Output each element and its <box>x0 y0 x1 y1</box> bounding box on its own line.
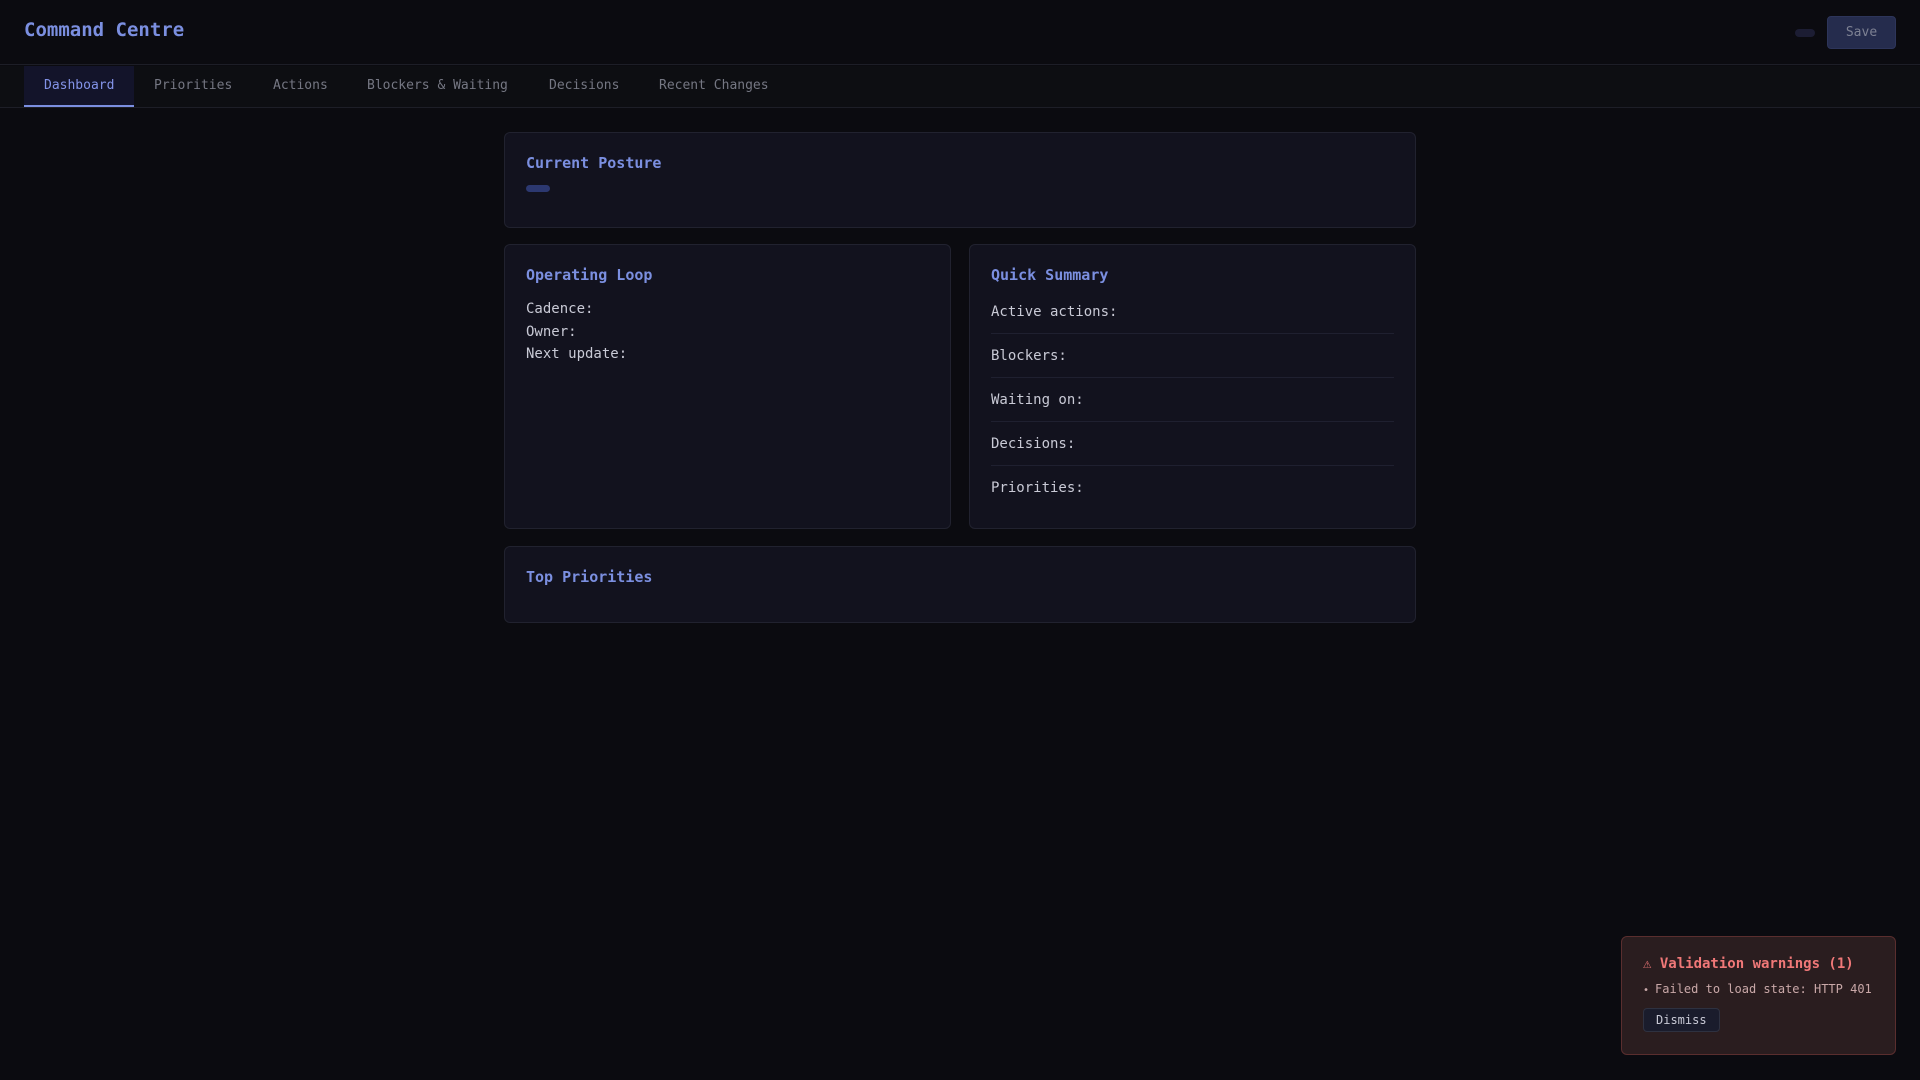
tab-priorities[interactable]: Priorities <box>134 66 252 107</box>
card-title: Quick Summary <box>991 266 1109 284</box>
summary-row-priorities: Priorities: <box>991 480 1084 496</box>
quick-summary-card: Quick Summary Active actions: Blockers: … <box>969 244 1416 529</box>
save-button[interactable]: Save <box>1827 16 1896 49</box>
summary-row-active-actions: Active actions: <box>991 290 1394 334</box>
card-title: Operating Loop <box>526 266 653 284</box>
operating-loop-card: Operating Loop Cadence: Owner: Next upda… <box>504 244 951 529</box>
tab-actions[interactable]: Actions <box>253 66 348 107</box>
app-header: Command Centre Save <box>0 0 1920 65</box>
status-pill <box>1795 29 1815 37</box>
warning-list: Failed to load state: HTTP 401 <box>1643 982 1874 996</box>
card-title: Top Priorities <box>526 568 653 586</box>
posture-badge <box>526 185 550 192</box>
owner-label: Owner: <box>526 323 577 340</box>
tab-dashboard[interactable]: Dashboard <box>24 66 135 107</box>
validation-warnings-toast: ⚠ Validation warnings (1) Failed to load… <box>1621 936 1896 1055</box>
toast-title: ⚠ Validation warnings (1) <box>1643 956 1854 972</box>
summary-row-decisions: Decisions: <box>991 422 1394 466</box>
warning-item: Failed to load state: HTTP 401 <box>1643 982 1874 996</box>
tab-decisions[interactable]: Decisions <box>529 66 639 107</box>
tab-bar: Dashboard Priorities Actions Blockers & … <box>0 66 1920 108</box>
next-update-label: Next update: <box>526 346 628 362</box>
summary-row-waiting-on: Waiting on: <box>991 378 1394 422</box>
current-posture-card: Current Posture <box>504 132 1416 228</box>
tab-blockers-waiting[interactable]: Blockers & Waiting <box>347 66 528 107</box>
dismiss-button[interactable]: Dismiss <box>1643 1008 1720 1032</box>
card-title: Current Posture <box>526 154 662 172</box>
summary-row-blockers: Blockers: <box>991 334 1394 378</box>
top-priorities-card: Top Priorities <box>504 546 1416 623</box>
cadence-label: Cadence: <box>526 301 594 317</box>
tab-recent-changes[interactable]: Recent Changes <box>639 66 789 107</box>
app-title: Command Centre <box>24 19 185 41</box>
